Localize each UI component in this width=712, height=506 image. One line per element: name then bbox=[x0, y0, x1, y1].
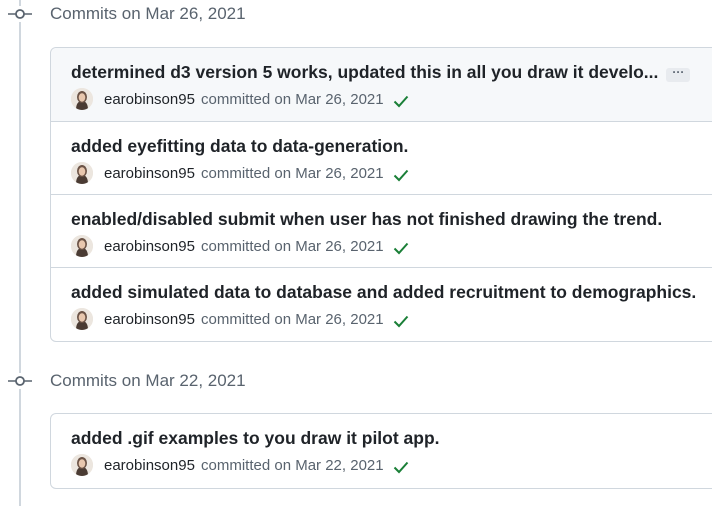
commit-row: determined d3 version 5 works, updated t… bbox=[51, 48, 712, 121]
commit-message-link[interactable]: enabled/disabled submit when user has no… bbox=[71, 209, 662, 230]
author-link[interactable]: earobinson95 bbox=[104, 91, 195, 108]
commit-message-link[interactable]: determined d3 version 5 works, updated t… bbox=[71, 62, 691, 83]
commit-group-header: Commits on Mar 22, 2021 bbox=[0, 367, 712, 395]
timeline-line bbox=[19, 0, 21, 506]
commit-message-link[interactable]: added simulated data to database and add… bbox=[71, 282, 696, 303]
avatar[interactable] bbox=[71, 88, 93, 110]
commit-row: added eyefitting data to data-generation… bbox=[51, 121, 712, 194]
check-icon[interactable] bbox=[393, 168, 409, 182]
check-icon[interactable] bbox=[393, 314, 409, 328]
expand-message-button[interactable]: ··· bbox=[666, 66, 691, 82]
git-commit-icon bbox=[8, 373, 32, 389]
author-link[interactable]: earobinson95 bbox=[104, 457, 195, 474]
commit-date: committed on Mar 26, 2021 bbox=[201, 238, 384, 255]
commit-list: determined d3 version 5 works, updated t… bbox=[50, 47, 712, 342]
commit-row: added simulated data to database and add… bbox=[51, 267, 712, 340]
commit-row: added .gif examples to you draw it pilot… bbox=[51, 414, 712, 487]
author-link[interactable]: earobinson95 bbox=[104, 238, 195, 255]
commit-date: committed on Mar 26, 2021 bbox=[201, 91, 384, 108]
commit-message-link[interactable]: added eyefitting data to data-generation… bbox=[71, 136, 408, 157]
avatar[interactable] bbox=[71, 308, 93, 330]
git-commit-icon bbox=[8, 6, 32, 22]
group-title: Commits on Mar 26, 2021 bbox=[50, 4, 246, 23]
check-icon[interactable] bbox=[393, 460, 409, 474]
check-icon[interactable] bbox=[393, 94, 409, 108]
commit-row: enabled/disabled submit when user has no… bbox=[51, 194, 712, 267]
avatar[interactable] bbox=[71, 235, 93, 257]
commit-group-header: Commits on Mar 26, 2021 bbox=[0, 0, 712, 28]
avatar[interactable] bbox=[71, 454, 93, 476]
commit-date: committed on Mar 22, 2021 bbox=[201, 457, 384, 474]
commit-date: committed on Mar 26, 2021 bbox=[201, 165, 384, 182]
avatar[interactable] bbox=[71, 162, 93, 184]
group-title: Commits on Mar 22, 2021 bbox=[50, 371, 246, 390]
check-icon[interactable] bbox=[393, 241, 409, 255]
commit-list: added .gif examples to you draw it pilot… bbox=[50, 413, 712, 489]
author-link[interactable]: earobinson95 bbox=[104, 311, 195, 328]
commit-date: committed on Mar 26, 2021 bbox=[201, 311, 384, 328]
commit-message-link[interactable]: added .gif examples to you draw it pilot… bbox=[71, 428, 440, 449]
author-link[interactable]: earobinson95 bbox=[104, 165, 195, 182]
